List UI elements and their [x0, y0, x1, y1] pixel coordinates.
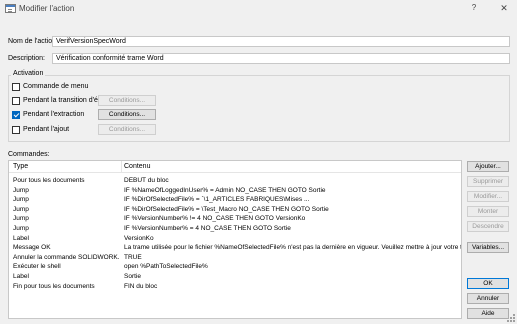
add-label: Pendant l'ajout	[23, 126, 70, 133]
extraction-conditions-button[interactable]: Conditions...	[98, 109, 156, 120]
command-type-cell: Exécuter le shell	[13, 263, 61, 271]
extraction-label: Pendant l'extraction	[23, 111, 85, 118]
move-up-button[interactable]: Monter	[467, 206, 509, 217]
table-row[interactable]: Jump IF %DirOfSelectedFile% = `\1_ARTICLE…	[9, 195, 461, 204]
command-type-cell: Jump	[13, 225, 29, 232]
commands-table-header: Type Contenu	[9, 161, 461, 173]
action-name-field[interactable]: VerifVersionSpecWord	[52, 36, 510, 47]
command-content-cell: IF %VersionNumber% = 4 NO_CASE THEN GOTO…	[124, 225, 291, 232]
add-command-button[interactable]: Ajouter...	[467, 161, 509, 172]
add-conditions-button[interactable]: Conditions...	[98, 124, 156, 135]
command-type-cell: Fin pour tous les documents	[13, 282, 95, 290]
command-content-cell: IF %DirOfSelectedFile% = \Test_Macro NO_…	[124, 205, 329, 213]
table-row[interactable]: Exécuter le shell open %PathToSelectedFil…	[9, 262, 461, 271]
state-transition-checkbox[interactable]	[12, 97, 20, 105]
title-bar: Modifier l'action ? ✕	[0, 0, 517, 18]
table-row[interactable]: Message OK La trame utilisée pour le fich…	[9, 243, 461, 252]
table-row[interactable]: Jump IF %VersionNumber% != 4 NO_CASE THEN…	[9, 214, 461, 223]
state-transition-label: Pendant la transition d'état	[23, 97, 106, 104]
command-content-cell: open %PathToSelectedFile%	[124, 263, 208, 271]
command-type-cell: Jump	[13, 186, 29, 194]
command-content-cell: FIN du bloc	[124, 282, 158, 290]
activation-title: Activation	[11, 70, 46, 77]
activation-state-transition[interactable]: Pendant la transition d'état	[12, 96, 106, 106]
add-checkbox[interactable]	[12, 126, 20, 134]
command-content-cell: TRUE	[124, 253, 142, 261]
command-content-cell: IF %DirOfSelectedFile% = `\1_ARTICLES FA…	[124, 196, 310, 204]
activation-extraction[interactable]: Pendant l'extraction	[12, 110, 102, 120]
table-row[interactable]: Jump IF %DirOfSelectedFile% = \Test_Macro…	[9, 205, 461, 214]
description-field[interactable]: Vérification conformité trame Word	[52, 53, 510, 64]
help-button[interactable]: Aide	[467, 308, 509, 319]
command-type-cell: Label	[13, 273, 29, 280]
commands-table[interactable]: Type Contenu Pour tous les documents DEBU…	[8, 160, 462, 319]
commands-label: Commandes:	[8, 151, 50, 158]
table-row[interactable]: Label Sortie	[9, 272, 461, 281]
command-content-cell: IF %NameOfLoggedInUser% = Admin NO_CASE …	[124, 186, 326, 194]
menu-command-label: Commande de menu	[23, 83, 89, 90]
close-button[interactable]: ✕	[497, 2, 511, 14]
action-name-label: Nom de l'action:	[8, 38, 58, 45]
move-down-button[interactable]: Descendre	[467, 221, 509, 232]
table-row[interactable]: Jump IF %NameOfLoggedInUser% = Admin NO_C…	[9, 186, 461, 195]
cancel-button[interactable]: Annuler	[467, 293, 509, 304]
help-title-button[interactable]: ?	[467, 2, 481, 14]
command-type-cell: Pour tous les documents	[13, 177, 85, 184]
resize-grip[interactable]	[507, 314, 515, 322]
command-content-cell: DEBUT du bloc	[124, 177, 169, 184]
table-row[interactable]: Jump IF %VersionNumber% = 4 NO_CASE THEN …	[9, 224, 461, 233]
window-icon	[5, 4, 16, 13]
command-type-cell: Label	[13, 234, 29, 242]
delete-command-button[interactable]: Supprimer	[467, 176, 509, 187]
column-header-content[interactable]: Contenu	[124, 163, 150, 170]
command-type-cell: Annuler la commande SOLIDWORK...	[13, 253, 120, 261]
description-label: Description:	[8, 55, 45, 62]
command-type-cell: Jump	[13, 215, 29, 223]
activation-menu-command[interactable]: Commande de menu	[12, 82, 212, 92]
variables-button[interactable]: Variables...	[467, 242, 509, 253]
command-content-cell: La trame utilisée pour le fichier %NameO…	[124, 244, 461, 252]
command-type-cell: Jump	[13, 196, 29, 204]
table-row[interactable]: Annuler la commande SOLIDWORK... TRUE	[9, 253, 461, 262]
activation-add[interactable]: Pendant l'ajout	[12, 125, 102, 135]
window-title: Modifier l'action	[19, 4, 75, 13]
command-content-cell: VersionKo	[124, 234, 154, 242]
extraction-checkbox[interactable]	[12, 111, 20, 119]
table-row[interactable]: Label VersionKo	[9, 234, 461, 243]
ok-button[interactable]: OK	[467, 278, 509, 289]
menu-command-checkbox[interactable]	[12, 83, 20, 91]
state-transition-conditions-button[interactable]: Conditions...	[98, 95, 156, 106]
command-type-cell: Message OK	[13, 244, 51, 252]
command-type-cell: Jump	[13, 205, 29, 213]
table-row[interactable]: Pour tous les documents DEBUT du bloc	[9, 176, 461, 185]
command-content-cell: Sortie	[124, 273, 141, 280]
edit-command-button[interactable]: Modifier...	[467, 191, 509, 202]
column-divider[interactable]	[121, 161, 122, 173]
column-header-type[interactable]: Type	[13, 163, 28, 170]
command-content-cell: IF %VersionNumber% != 4 NO_CASE THEN GOT…	[124, 215, 306, 223]
table-row[interactable]: Fin pour tous les documents FIN du bloc	[9, 282, 461, 291]
